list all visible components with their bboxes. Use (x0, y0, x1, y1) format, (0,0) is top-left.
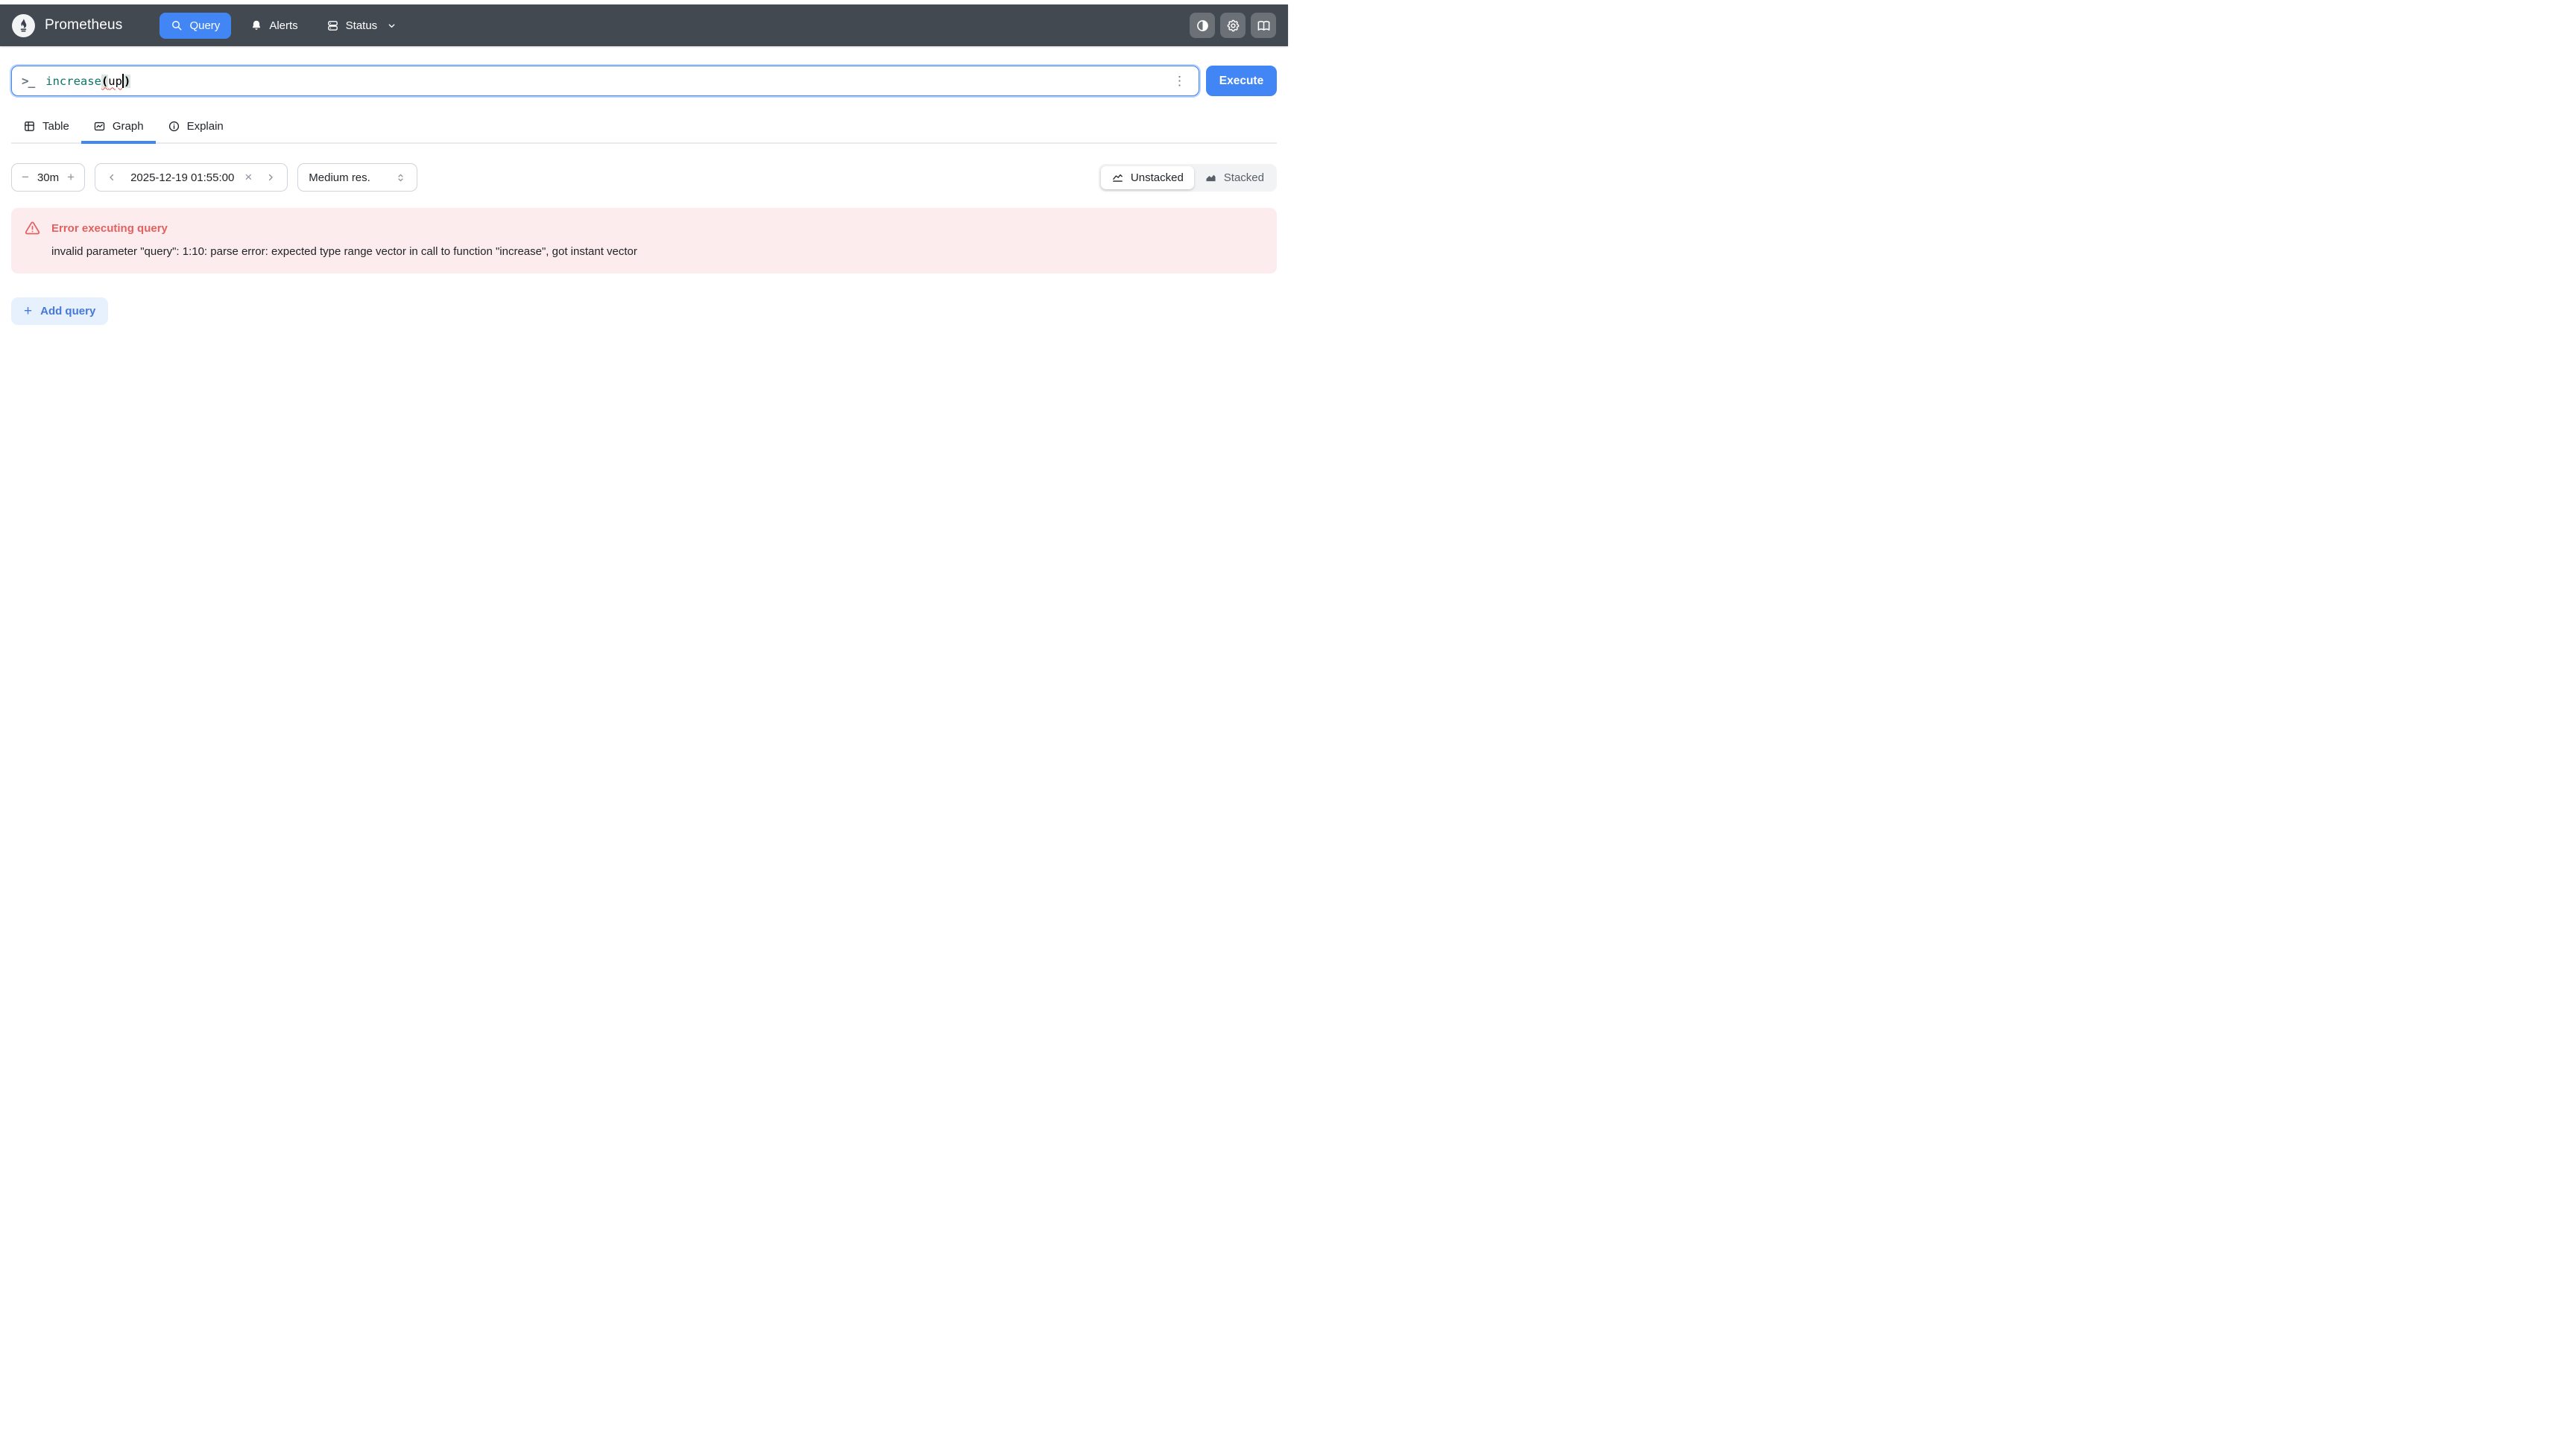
tab-graph-label: Graph (112, 120, 144, 133)
prometheus-torch-icon (16, 18, 31, 34)
book-icon (1257, 19, 1271, 33)
time-back-button[interactable] (98, 164, 125, 191)
table-icon (23, 120, 36, 133)
nav-alerts-button[interactable]: Alerts (242, 13, 306, 39)
warning-triangle-icon (25, 221, 40, 236)
nav-alerts-label: Alerts (269, 19, 298, 32)
query-options-menu-button[interactable]: ⋮ (1170, 73, 1189, 89)
datetime-clear-button[interactable]: × (239, 164, 257, 191)
error-alert: Error executing query invalid parameter … (11, 208, 1277, 274)
resolution-value: Medium res. (309, 171, 370, 184)
graph-icon (93, 120, 106, 133)
navbar: Prometheus Query Alerts Status (0, 4, 1288, 46)
promql-open-paren: ( (101, 74, 109, 88)
terminal-prompt-icon: >_ (22, 74, 35, 88)
tab-explain[interactable]: Explain (156, 112, 236, 144)
unstacked-option[interactable]: Unstacked (1100, 165, 1194, 189)
docs-button[interactable] (1251, 13, 1276, 38)
stacked-label: Stacked (1223, 171, 1264, 184)
main-nav: Query Alerts Status (160, 12, 406, 39)
contrast-icon (1196, 19, 1210, 33)
error-alert-title: Error executing query (51, 222, 168, 235)
range-increase-button[interactable]: + (59, 164, 83, 191)
database-icon (326, 19, 339, 32)
execute-button[interactable]: Execute (1206, 66, 1277, 96)
unstacked-label: Unstacked (1130, 171, 1184, 184)
query-row: >_ increase (up) ⋮ Execute (11, 66, 1277, 96)
error-alert-header: Error executing query (25, 221, 1263, 236)
promql-arg-token: up (108, 74, 122, 88)
select-chevrons-icon (395, 172, 406, 183)
datetime-picker: 2025-12-19 01:55:00 × (95, 163, 288, 192)
stacked-option[interactable]: Stacked (1194, 166, 1275, 189)
range-decrease-button[interactable]: − (13, 164, 37, 191)
tab-table[interactable]: Table (11, 112, 81, 144)
add-query-label: Add query (40, 305, 96, 318)
line-chart-icon (1111, 171, 1124, 184)
bell-icon (250, 19, 262, 31)
nav-status-button[interactable]: Status (318, 13, 406, 39)
stacking-toggle: Unstacked Stacked (1098, 163, 1277, 192)
promql-error-span: (up (101, 74, 122, 88)
nav-query-label: Query (189, 19, 221, 32)
nav-query-button[interactable]: Query (160, 12, 232, 39)
time-forward-button[interactable] (257, 164, 284, 191)
theme-toggle-button[interactable] (1190, 13, 1215, 38)
main-content: >_ increase (up) ⋮ Execute Table Graph E… (0, 66, 1288, 325)
graph-toolbar: − 30m + 2025-12-19 01:55:00 × Medium res… (11, 163, 1277, 192)
chevron-down-icon (387, 21, 397, 31)
promql-close-paren: ) (123, 74, 131, 88)
search-icon (171, 19, 183, 31)
datetime-value[interactable]: 2025-12-19 01:55:00 (130, 171, 234, 184)
range-selector: − 30m + (11, 163, 86, 192)
error-alert-message: invalid parameter "query": 1:10: parse e… (51, 245, 637, 258)
add-query-button[interactable]: + Add query (11, 297, 109, 325)
range-value[interactable]: 30m (37, 171, 59, 184)
promql-function-token: increase (45, 74, 101, 88)
prometheus-logo (12, 13, 35, 37)
tab-table-label: Table (42, 120, 69, 133)
query-expression-text: increase (up) (45, 74, 131, 88)
navbar-icon-buttons (1190, 13, 1276, 38)
tab-explain-label: Explain (186, 120, 224, 133)
info-icon (168, 120, 180, 133)
plus-icon: + (24, 303, 33, 319)
resolution-select[interactable]: Medium res. (297, 163, 418, 192)
view-tabs: Table Graph Explain (11, 112, 1277, 144)
query-expression-input[interactable]: >_ increase (up) ⋮ (11, 66, 1199, 96)
settings-button[interactable] (1220, 13, 1246, 38)
app-title: Prometheus (45, 17, 123, 33)
nav-status-label: Status (345, 19, 378, 32)
tab-graph[interactable]: Graph (80, 112, 156, 144)
gear-icon (1226, 19, 1240, 33)
area-chart-icon (1205, 171, 1217, 184)
